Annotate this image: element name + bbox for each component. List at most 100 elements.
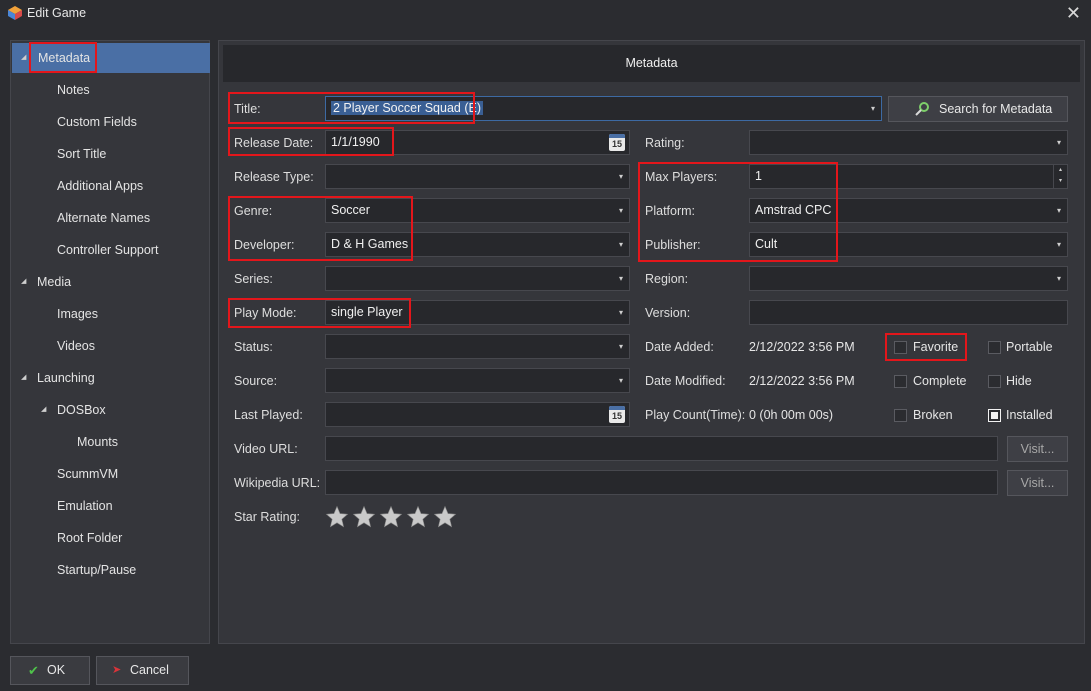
chevron-down-icon[interactable]: ▾ [1057,131,1061,154]
sidebar-item-label: Custom Fields [57,115,137,129]
installed-label[interactable]: Installed [1006,403,1053,427]
sidebar-item-label: ScummVM [57,467,119,481]
ok-button[interactable]: ✔ OK [10,656,90,685]
chevron-down-icon[interactable]: ▾ [1057,199,1061,222]
platform-value: Amstrad CPC [755,203,832,217]
star-icon[interactable] [406,505,430,529]
region-select[interactable]: ▾ [749,266,1068,291]
favorite-checkbox[interactable] [894,341,907,354]
sidebar-item-controller-support[interactable]: Controller Support [57,235,158,265]
rating-select[interactable]: ▾ [749,130,1068,155]
status-select[interactable]: ▾ [325,334,630,359]
sidebar-item-images[interactable]: Images [57,299,98,329]
sidebar-item-custom-fields[interactable]: Custom Fields [57,107,137,137]
hide-checkbox[interactable] [988,375,1001,388]
release-date-input[interactable]: 1/1/1990 15 [325,130,630,155]
chevron-down-icon[interactable]: ▾ [619,233,623,256]
expand-triangle-icon[interactable]: ◢ [21,267,26,297]
calendar-icon[interactable]: 15 [609,406,625,423]
developer-label: Developer: [234,238,295,252]
sidebar-item-dosbox[interactable]: ◢ DOSBox [41,395,201,425]
portable-checkbox[interactable] [988,341,1001,354]
play-count-label: Play Count(Time): [645,408,746,422]
visit-wikipedia-button[interactable]: Visit... [1007,470,1068,496]
chevron-down-icon[interactable]: ▾ [619,199,623,222]
star-icon[interactable] [325,505,349,529]
video-url-input[interactable] [325,436,998,461]
spinner-arrows[interactable]: ▴ ▾ [1053,165,1067,188]
calendar-icon[interactable]: 15 [609,134,625,151]
publisher-label: Publisher: [645,238,701,252]
platform-select[interactable]: Amstrad CPC ▾ [749,198,1068,223]
date-added-label: Date Added: [645,340,714,354]
expand-triangle-icon[interactable]: ◢ [41,395,46,425]
expand-triangle-icon[interactable]: ◢ [21,363,26,393]
publisher-select[interactable]: Cult ▾ [749,232,1068,257]
chevron-down-icon[interactable]: ▾ [619,369,623,392]
complete-label[interactable]: Complete [913,369,967,393]
sidebar-item-label: Videos [57,339,95,353]
sidebar-item-startup-pause[interactable]: Startup/Pause [57,555,136,585]
sidebar-item-videos[interactable]: Videos [57,331,95,361]
chevron-down-icon[interactable]: ▾ [619,301,623,324]
sidebar-item-alternate-names[interactable]: Alternate Names [57,203,150,233]
star-icon[interactable] [433,505,457,529]
sidebar-item-mounts[interactable]: Mounts [77,427,118,457]
sidebar-item-label: Controller Support [57,243,159,257]
window-title: Edit Game [27,6,87,20]
last-played-input[interactable]: 15 [325,402,630,427]
developer-select[interactable]: D & H Games ▾ [325,232,630,257]
sidebar-item-label: Images [57,307,98,321]
visit-video-button[interactable]: Visit... [1007,436,1068,462]
sidebar-item-launching[interactable]: ◢ Launching [21,363,201,393]
sidebar-item-additional-apps[interactable]: Additional Apps [57,171,143,201]
chevron-down-icon[interactable]: ▾ [1057,233,1061,256]
sidebar-item-label: Notes [57,83,90,97]
chevron-down-icon[interactable]: ▾ [619,267,623,290]
sidebar-item-label: Alternate Names [57,211,151,225]
version-input[interactable] [749,300,1068,325]
search-button-label: Search for Metadata [939,102,1053,116]
sidebar-item-sort-title[interactable]: Sort Title [57,139,106,169]
play-count-value: 0 (0h 00m 00s) [749,408,834,422]
sidebar-item-label: Additional Apps [57,179,144,193]
sidebar-item-notes[interactable]: Notes [57,75,90,105]
broken-checkbox[interactable] [894,409,907,422]
hide-label[interactable]: Hide [1006,369,1032,393]
chevron-down-icon[interactable]: ▾ [619,165,623,188]
cancel-button[interactable]: ➤ Cancel [96,656,189,685]
release-type-select[interactable]: ▾ [325,164,630,189]
star-rating-label: Star Rating: [234,510,301,524]
chevron-down-icon[interactable]: ▾ [619,335,623,358]
spin-down-icon[interactable]: ▾ [1059,178,1062,184]
sidebar-item-media[interactable]: ◢ Media [21,267,201,297]
installed-checkbox[interactable] [988,409,1001,422]
max-players-label: Max Players: [645,170,718,184]
genre-select[interactable]: Soccer ▾ [325,198,630,223]
status-label: Status: [234,340,273,354]
sidebar-item-metadata[interactable]: ◢ Metadata [12,43,210,73]
chevron-down-icon[interactable]: ▾ [871,97,875,120]
sidebar-item-scummvm[interactable]: ScummVM [57,459,118,489]
star-icon[interactable] [352,505,376,529]
chevron-down-icon[interactable]: ▾ [1057,267,1061,290]
title-input[interactable]: 2 Player Soccer Squad (E) ▾ [325,96,882,121]
complete-checkbox[interactable] [894,375,907,388]
favorite-label[interactable]: Favorite [913,335,958,359]
sidebar-item-root-folder[interactable]: Root Folder [57,523,122,553]
wikipedia-url-input[interactable] [325,470,998,495]
portable-label[interactable]: Portable [1006,335,1053,359]
series-select[interactable]: ▾ [325,266,630,291]
close-icon[interactable]: ✕ [1066,3,1081,24]
star-icon[interactable] [379,505,403,529]
search-for-metadata-button[interactable]: Search for Metadata [888,96,1068,122]
sidebar-item-emulation[interactable]: Emulation [57,491,113,521]
source-select[interactable]: ▾ [325,368,630,393]
ok-button-label: OK [47,663,66,677]
play-mode-select[interactable]: single Player ▾ [325,300,630,325]
title-value: 2 Player Soccer Squad (E) [331,101,483,115]
spin-up-icon[interactable]: ▴ [1059,167,1062,173]
expand-triangle-icon[interactable]: ◢ [21,43,26,73]
broken-label[interactable]: Broken [913,403,953,427]
max-players-stepper[interactable]: 1 ▴ ▾ [749,164,1068,189]
